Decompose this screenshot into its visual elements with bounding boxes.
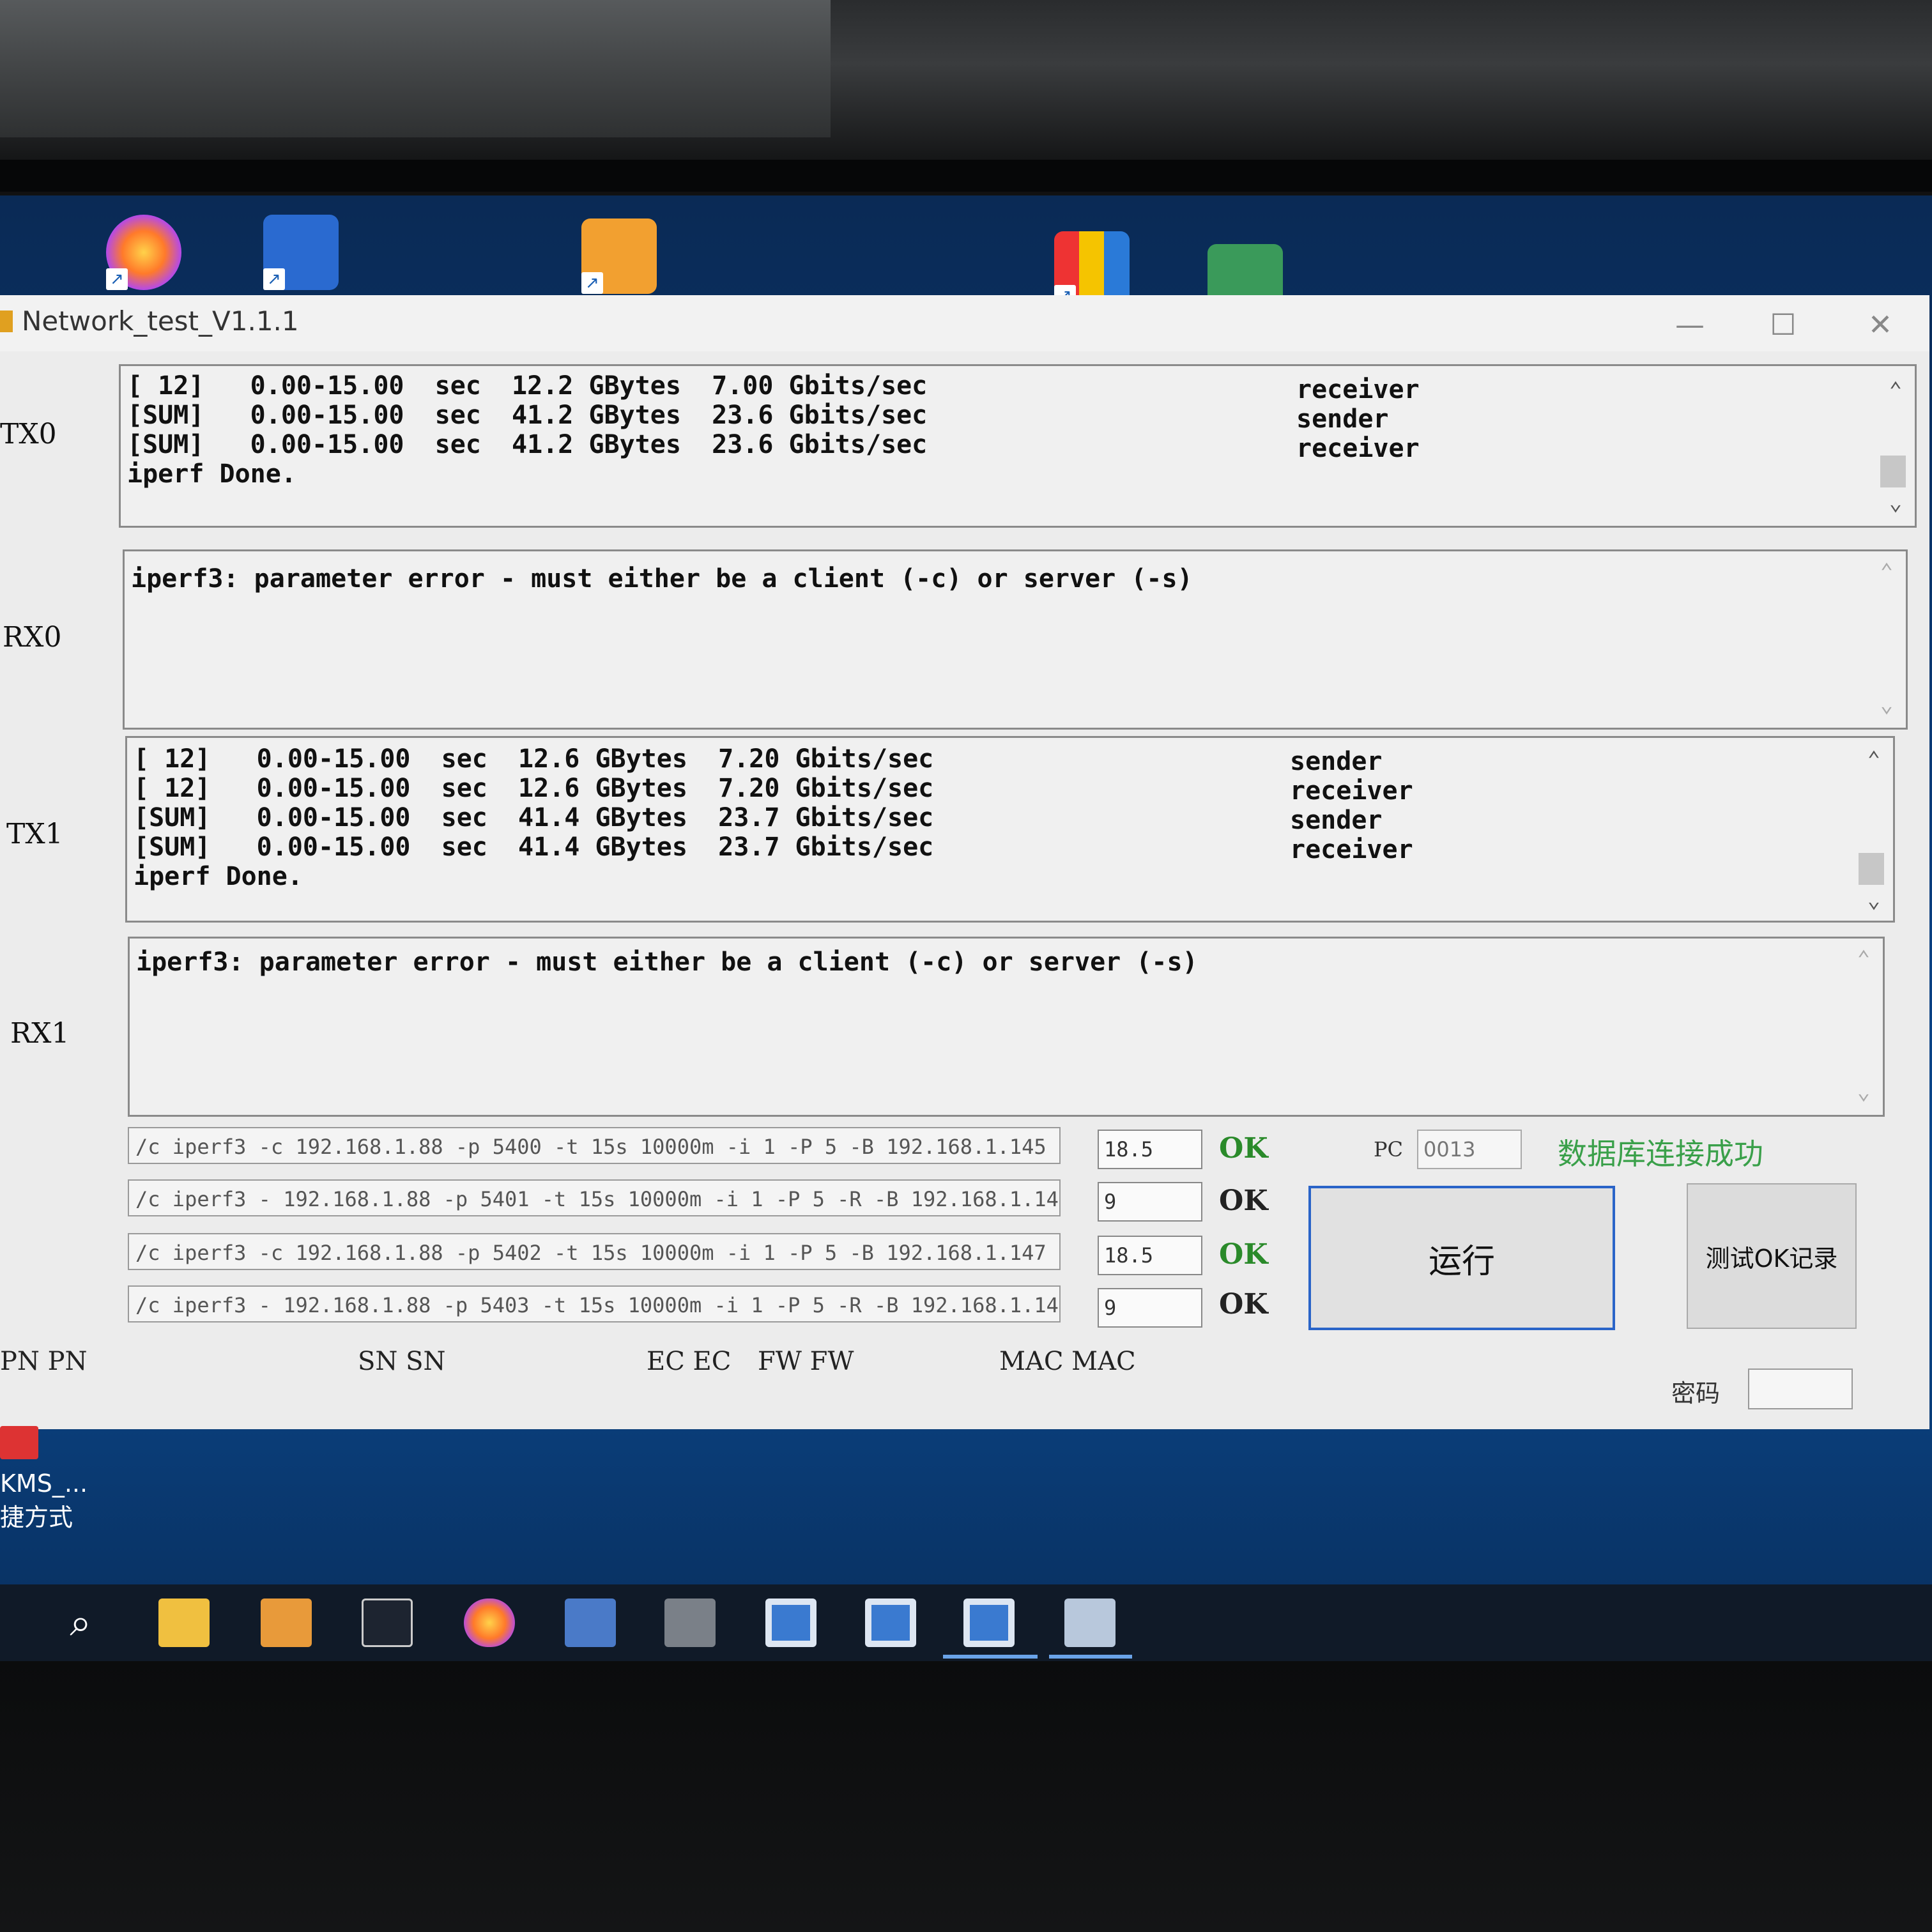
status-ok-4: OK <box>1219 1288 1268 1321</box>
scroll-down-icon[interactable]: ⌄ <box>1875 693 1898 716</box>
sn-label: SN SN <box>358 1347 446 1376</box>
title-bar: Network_test_V1.1.1 — ☐ ✕ <box>0 295 1929 351</box>
tx0-label: TX0 <box>0 418 57 450</box>
window-app-icon[interactable] <box>865 1598 916 1647</box>
output-line: [SUM] 0.00-15.00 sec 41.4 GBytes 23.7 Gb… <box>134 832 934 862</box>
scroll-down-icon[interactable]: ⌄ <box>1862 889 1885 912</box>
mac-label: MAC MAC <box>999 1347 1136 1376</box>
command-input-3[interactable]: /c iperf3 -c 192.168.1.88 -p 5402 -t 15s… <box>128 1233 1061 1270</box>
pn-label: PN PN <box>0 1347 88 1376</box>
role-text: sender <box>1296 404 1389 434</box>
presentation-shortcut-icon[interactable]: ↗ <box>581 218 657 294</box>
maximize-button[interactable]: ☐ <box>1754 304 1812 345</box>
role-text: receiver <box>1290 835 1413 864</box>
scroll-down-icon[interactable]: ⌄ <box>1884 491 1907 514</box>
scroll-up-icon[interactable]: ⌃ <box>1862 748 1885 771</box>
pc-label: PC <box>1374 1137 1404 1162</box>
rx0-output[interactable]: iperf3: parameter error - must either be… <box>123 549 1908 730</box>
scrollbar-thumb[interactable] <box>1859 853 1884 885</box>
remote-desktop-icon[interactable] <box>1064 1598 1116 1647</box>
status-ok-3: OK <box>1219 1238 1268 1271</box>
tx0-output[interactable]: [ 12] 0.00-15.00 sec 12.2 GBytes 7.00 Gb… <box>119 364 1917 528</box>
file-explorer-icon[interactable] <box>158 1598 210 1647</box>
status-ok-1: OK <box>1219 1132 1268 1165</box>
minimize-button[interactable]: — <box>1661 304 1719 345</box>
tools-icon[interactable] <box>664 1598 716 1647</box>
rx1-output[interactable]: iperf3: parameter error - must either be… <box>128 937 1885 1117</box>
active-indicator <box>943 1655 1038 1659</box>
rx1-label: RX1 <box>10 1017 70 1050</box>
terminal-icon[interactable] <box>362 1598 413 1647</box>
output-line: [SUM] 0.00-15.00 sec 41.4 GBytes 23.7 Gb… <box>134 803 934 832</box>
pc-number-input[interactable]: 0013 <box>1417 1130 1522 1169</box>
window-app-icon[interactable] <box>963 1598 1015 1647</box>
search-icon[interactable]: ⌕ <box>55 1598 106 1647</box>
command-input-2[interactable]: /c iperf3 - 192.168.1.88 -p 5401 -t 15s … <box>128 1179 1061 1216</box>
output-line: iperf Done. <box>127 459 296 489</box>
scroll-up-icon[interactable]: ⌃ <box>1884 379 1907 402</box>
scrollbar-thumb[interactable] <box>1880 456 1906 487</box>
browser-icon[interactable] <box>464 1598 515 1647</box>
role-text: sender <box>1290 747 1383 776</box>
output-line: [SUM] 0.00-15.00 sec 41.2 GBytes 23.6 Gb… <box>127 401 928 430</box>
tx1-output[interactable]: [ 12] 0.00-15.00 sec 12.6 GBytes 7.20 Gb… <box>125 736 1895 923</box>
command-input-4[interactable]: /c iperf3 - 192.168.1.88 -p 5403 -t 15s … <box>128 1285 1061 1322</box>
password-label: 密码 <box>1671 1379 1721 1407</box>
close-button[interactable]: ✕ <box>1851 304 1909 345</box>
window-title: Network_test_V1.1.1 <box>22 305 299 337</box>
rx0-label: RX0 <box>3 621 62 654</box>
output-line: iperf Done. <box>134 862 303 891</box>
office-icon <box>0 1426 38 1459</box>
app-window: Network_test_V1.1.1 — ☐ ✕ TX0 RX0 TX1 RX… <box>0 295 1929 1429</box>
password-input[interactable] <box>1748 1368 1853 1409</box>
role-text: receiver <box>1296 434 1420 463</box>
role-text: sender <box>1290 806 1383 835</box>
database-status: 数据库连接成功 <box>1558 1137 1763 1171</box>
fw-label: FW FW <box>758 1347 854 1376</box>
scroll-up-icon[interactable]: ⌃ <box>1875 560 1898 583</box>
role-text: receiver <box>1290 776 1413 806</box>
network-app-icon[interactable] <box>565 1598 616 1647</box>
status-ok-2: OK <box>1219 1184 1268 1217</box>
result-field-2[interactable]: 9 <box>1098 1182 1202 1222</box>
result-field-3[interactable]: 18.5 <box>1098 1236 1202 1275</box>
tx1-label: TX1 <box>6 818 63 850</box>
run-button[interactable]: 运行 <box>1308 1186 1615 1330</box>
browser-shortcut-icon[interactable]: ↗ <box>106 215 181 290</box>
output-line: [ 12] 0.00-15.00 sec 12.6 GBytes 7.20 Gb… <box>134 774 934 803</box>
role-text: receiver <box>1296 375 1420 404</box>
taskbar: ⌕ <box>0 1584 1932 1661</box>
result-field-4[interactable]: 9 <box>1098 1288 1202 1328</box>
scroll-down-icon[interactable]: ⌄ <box>1852 1080 1875 1103</box>
test-ok-record-button[interactable]: 测试OK记录 <box>1687 1183 1857 1329</box>
app-a-shortcut-icon[interactable]: ↗ <box>263 215 339 290</box>
output-line: [SUM] 0.00-15.00 sec 41.2 GBytes 23.6 Gb… <box>127 430 928 459</box>
result-field-1[interactable]: 18.5 <box>1098 1130 1202 1169</box>
output-line: iperf3: parameter error - must either be… <box>136 947 1198 977</box>
ec-label: EC EC <box>647 1347 732 1376</box>
shortcut-label: KMS_... <box>0 1469 88 1498</box>
background-wall <box>0 0 1932 160</box>
active-indicator <box>1049 1655 1132 1659</box>
shortcut-label: 捷方式 <box>0 1503 73 1531</box>
window-app-icon[interactable] <box>765 1598 816 1647</box>
scroll-up-icon[interactable]: ⌃ <box>1852 947 1875 970</box>
app-icon <box>0 310 13 332</box>
output-line: iperf3: parameter error - must either be… <box>131 564 1193 594</box>
background-shelf <box>0 0 831 137</box>
kms-desktop-shortcut[interactable]: KMS_... 捷方式 <box>0 1426 88 1541</box>
presentation-app-icon[interactable] <box>261 1598 312 1647</box>
command-input-1[interactable]: /c iperf3 -c 192.168.1.88 -p 5400 -t 15s… <box>128 1127 1061 1164</box>
monitor-bezel <box>0 1661 1932 1932</box>
output-line: [ 12] 0.00-15.00 sec 12.2 GBytes 7.00 Gb… <box>127 371 928 401</box>
output-line: [ 12] 0.00-15.00 sec 12.6 GBytes 7.20 Gb… <box>134 744 934 774</box>
